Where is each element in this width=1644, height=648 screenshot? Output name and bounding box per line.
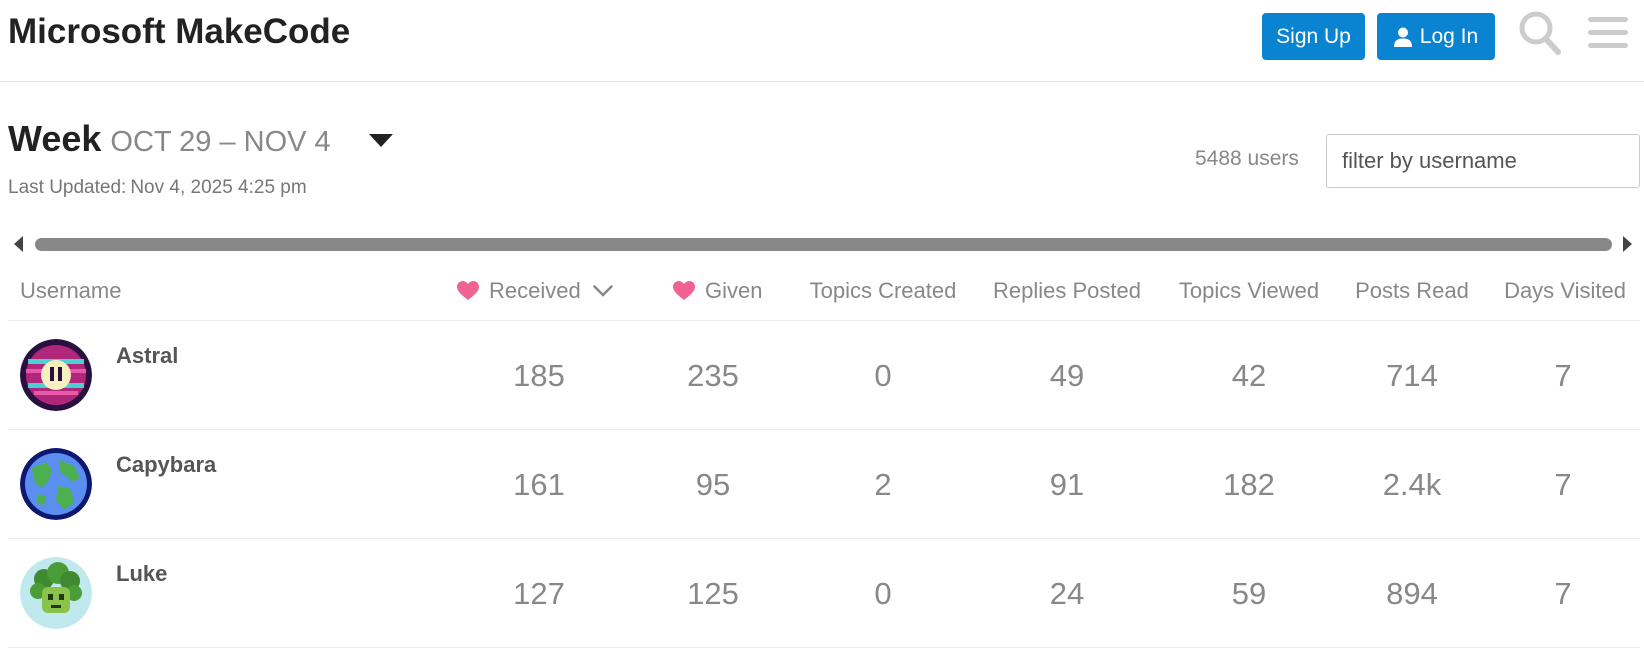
topics-created-value: 0: [874, 576, 892, 611]
given-value: 95: [695, 467, 731, 502]
last-updated-value: Nov 4, 2025 4:25 pm: [130, 177, 307, 198]
column-replies-posted-label: Replies Posted: [993, 278, 1141, 303]
column-days-visited-label: Days Visited: [1504, 278, 1626, 303]
heart-icon: [457, 281, 479, 300]
column-given[interactable]: Given: [673, 278, 762, 304]
replies-posted-value: 91: [1049, 467, 1085, 502]
topics-viewed-value: 59: [1231, 576, 1267, 611]
posts-read-value: 894: [1386, 576, 1438, 611]
sign-up-label: Sign Up: [1276, 24, 1351, 48]
last-updated-label: Last Updated:: [8, 177, 127, 198]
filter-username-input[interactable]: [1326, 134, 1640, 188]
days-visited-value: 7: [1554, 467, 1572, 502]
column-topics-viewed-label: Topics Viewed: [1178, 278, 1320, 303]
column-given-label: Given: [705, 278, 763, 303]
topics-viewed-value: 42: [1231, 358, 1267, 393]
column-topics-created-label: Topics Created: [809, 278, 957, 303]
received-value: 185: [513, 358, 565, 393]
chevron-down-icon: [592, 285, 613, 297]
posts-read-value: 2.4k: [1382, 467, 1442, 502]
column-username[interactable]: Username: [20, 278, 121, 304]
replies-posted-value: 49: [1049, 358, 1085, 393]
column-received-label: Received: [489, 278, 581, 303]
period-label: Week: [8, 118, 102, 159]
table-row: Capybara 161 95 2 91 182 2.4k 7: [8, 430, 1640, 539]
replies-posted-value: 24: [1049, 576, 1085, 611]
site-header: Microsoft MakeCode Sign Up Log In: [0, 0, 1644, 82]
heart-icon: [673, 281, 695, 300]
site-title[interactable]: Microsoft MakeCode: [8, 12, 350, 52]
user-icon: [1393, 27, 1412, 47]
column-posts-read-label: Posts Read: [1355, 278, 1469, 303]
log-in-button[interactable]: Log In: [1377, 13, 1495, 60]
avatar[interactable]: [20, 448, 92, 520]
given-value: 235: [687, 358, 739, 393]
given-value: 125: [687, 576, 739, 611]
log-in-label: Log In: [1419, 24, 1479, 48]
username-link[interactable]: Astral: [116, 343, 178, 369]
caret-down-icon[interactable]: [369, 134, 393, 148]
column-username-label: Username: [20, 278, 122, 303]
search-icon[interactable]: [1518, 10, 1562, 56]
hamburger-menu-icon[interactable]: [1588, 14, 1628, 50]
username-link[interactable]: Luke: [116, 561, 167, 587]
last-updated: Last Updated: Nov 4, 2025 4:25 pm: [8, 177, 311, 199]
table-row: Luke 127 125 0 24 59 894 7: [8, 539, 1640, 648]
topics-created-value: 0: [874, 358, 892, 393]
column-topics-viewed[interactable]: Topics Viewed: [1179, 278, 1319, 304]
period-selector[interactable]: Week OCT 29 – NOV 4: [8, 118, 331, 160]
sign-up-button[interactable]: Sign Up: [1262, 13, 1365, 60]
users-count: 5488 users: [1195, 147, 1299, 170]
column-posts-read[interactable]: Posts Read: [1355, 278, 1469, 304]
scroll-right-arrow-icon[interactable]: [1622, 236, 1632, 252]
topics-created-value: 2: [874, 467, 892, 502]
received-value: 161: [513, 467, 565, 502]
column-replies-posted[interactable]: Replies Posted: [993, 278, 1141, 304]
topics-viewed-value: 182: [1223, 467, 1275, 502]
avatar[interactable]: [20, 339, 92, 411]
days-visited-value: 7: [1554, 358, 1572, 393]
column-topics-created[interactable]: Topics Created: [810, 278, 957, 304]
username-link[interactable]: Capybara: [116, 452, 216, 478]
avatar[interactable]: [20, 557, 92, 629]
period-range: OCT 29 – NOV 4: [110, 126, 331, 158]
days-visited-value: 7: [1554, 576, 1572, 611]
table-row: Astral 185 235 0 49 42 714 7: [8, 321, 1640, 430]
column-received[interactable]: Received: [457, 278, 613, 304]
column-days-visited[interactable]: Days Visited: [1504, 278, 1626, 304]
horizontal-scrollbar[interactable]: [35, 238, 1612, 251]
received-value: 127: [513, 576, 565, 611]
posts-read-value: 714: [1386, 358, 1438, 393]
scroll-left-arrow-icon[interactable]: [14, 236, 24, 252]
